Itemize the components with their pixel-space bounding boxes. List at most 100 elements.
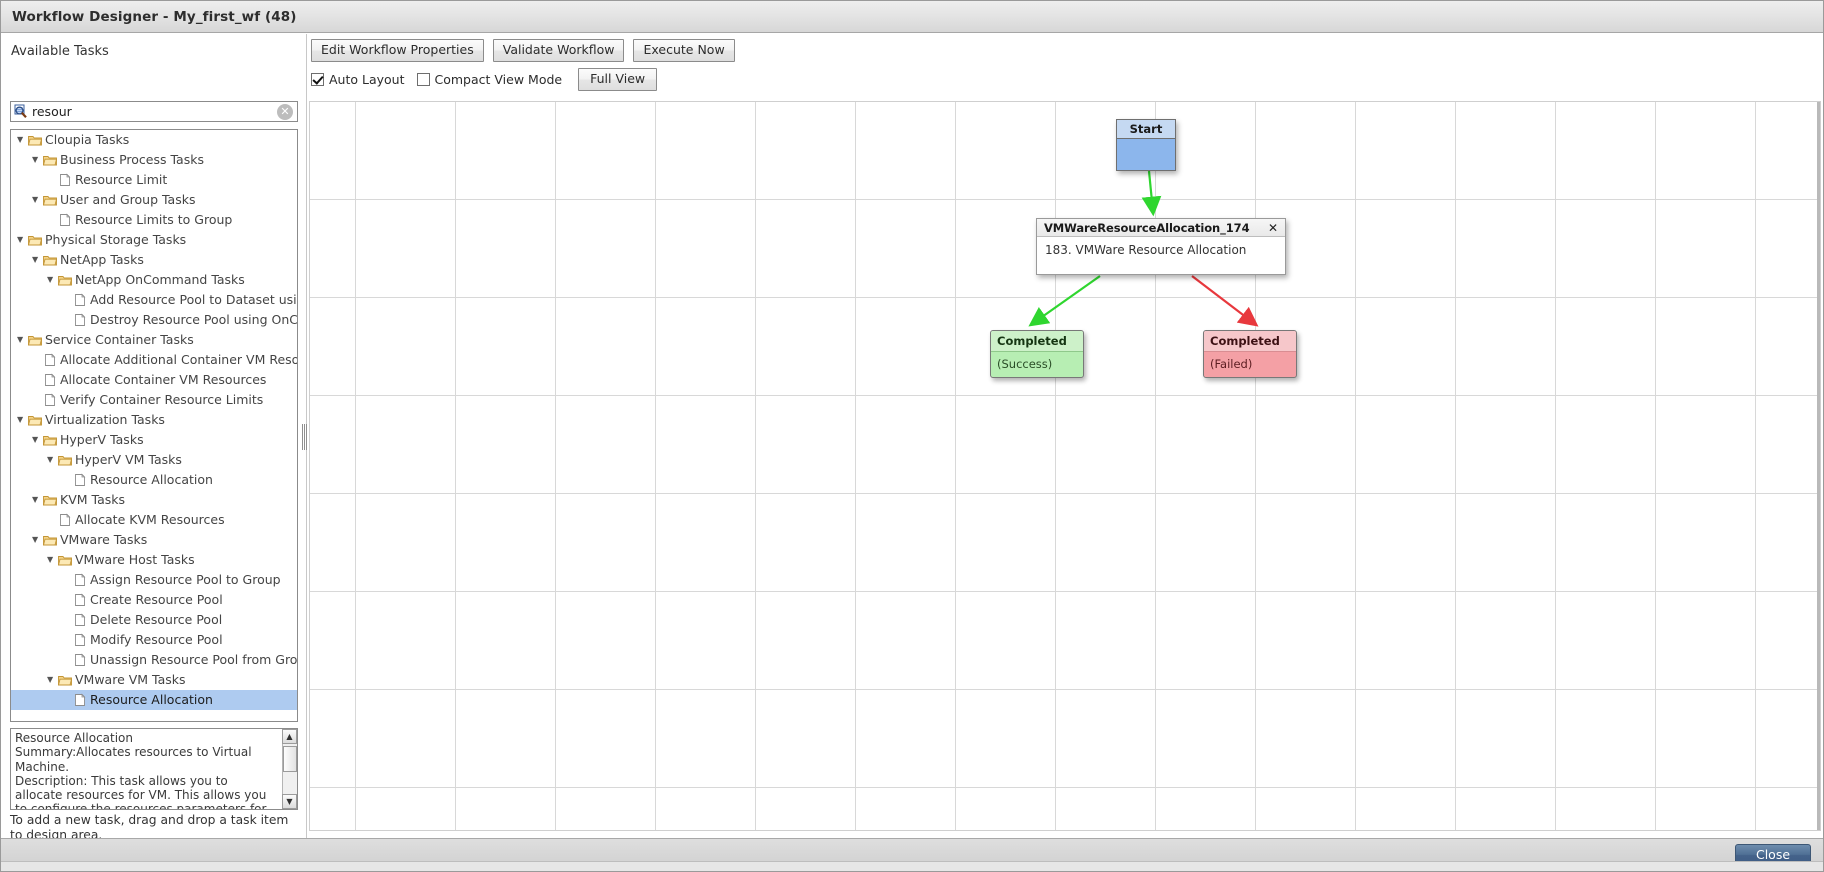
workflow-design-canvas[interactable]: Start VMWareResourceAllocation_174 ✕ 183… <box>309 101 1821 831</box>
expand-triangle-icon[interactable]: ▼ <box>47 270 58 290</box>
canvas-vertical-scrollbar[interactable] <box>1817 102 1820 830</box>
description-scrollbar[interactable]: ▲ ▼ <box>282 729 297 809</box>
expand-triangle-icon[interactable]: ▼ <box>32 190 43 210</box>
node-completed-failed[interactable]: Completed (Failed) <box>1203 330 1297 378</box>
tree-item-resource-limit[interactable]: Resource Limit <box>11 170 297 190</box>
full-view-button[interactable]: Full View <box>578 68 658 91</box>
workflow-designer-window: Workflow Designer - My_first_wf (48) Ava… <box>0 0 1824 872</box>
tree-item-label: Physical Storage Tasks <box>45 232 187 247</box>
tree-item-vmware-host-tasks[interactable]: ▼ VMware Host Tasks <box>11 550 297 570</box>
tree-item-verify-container-resource-limits[interactable]: Verify Container Resource Limits <box>11 390 297 410</box>
node-vmware-resource-allocation[interactable]: VMWareResourceAllocation_174 ✕ 183. VMWa… <box>1036 218 1286 275</box>
document-icon <box>43 393 57 407</box>
folder-icon <box>28 133 42 147</box>
tree-item-netapp-tasks[interactable]: ▼ NetApp Tasks <box>11 250 297 270</box>
scroll-down-icon[interactable]: ▼ <box>282 794 297 809</box>
expand-triangle-icon[interactable]: ▼ <box>32 250 43 270</box>
tree-item-add-resource-pool-to-dataset-using[interactable]: Add Resource Pool to Dataset using <box>11 290 297 310</box>
compact-view-mode-checkbox[interactable]: Compact View Mode <box>416 72 563 87</box>
tree-item-label: Delete Resource Pool <box>90 612 223 627</box>
tree-item-label: HyperV Tasks <box>60 432 144 447</box>
panel-splitter[interactable] <box>301 34 307 839</box>
expand-triangle-icon[interactable]: ▼ <box>17 410 28 430</box>
tree-item-label: VMware Tasks <box>60 532 148 547</box>
tree-item-user-and-group-tasks[interactable]: ▼ User and Group Tasks <box>11 190 297 210</box>
node-completed-success[interactable]: Completed (Success) <box>990 330 1084 378</box>
close-icon[interactable]: ✕ <box>1266 221 1280 235</box>
tree-item-label: Business Process Tasks <box>60 152 204 167</box>
document-icon <box>73 613 87 627</box>
tree-item-destroy-resource-pool-using-onco[interactable]: Destroy Resource Pool using OnCo <box>11 310 297 330</box>
task-description-box: Resource Allocation Summary:Allocates re… <box>10 728 298 810</box>
expand-triangle-icon[interactable]: ▼ <box>47 670 58 690</box>
tree-item-vmware-tasks[interactable]: ▼ VMware Tasks <box>11 530 297 550</box>
task-tree-list[interactable]: ▼ Cloupia Tasks ▼ Business Process Tasks Res… <box>11 130 297 721</box>
tree-item-unassign-resource-pool-from-group[interactable]: Unassign Resource Pool from Group <box>11 650 297 670</box>
tree-item-resource-allocation[interactable]: Resource Allocation <box>11 690 297 710</box>
folder-icon <box>28 413 42 427</box>
tree-item-allocate-container-vm-resources[interactable]: Allocate Container VM Resources <box>11 370 297 390</box>
expand-triangle-icon[interactable]: ▼ <box>17 230 28 250</box>
scroll-up-icon[interactable]: ▲ <box>282 729 297 744</box>
folder-icon <box>58 453 72 467</box>
tree-item-vmware-vm-tasks[interactable]: ▼ VMware VM Tasks <box>11 670 297 690</box>
document-icon <box>43 353 57 367</box>
expand-triangle-icon[interactable]: ▼ <box>32 430 43 450</box>
scrollbar-thumb[interactable] <box>283 746 297 772</box>
node-failed-subtitle: (Failed) <box>1210 357 1253 371</box>
compact-view-mode-label: Compact View Mode <box>434 72 563 87</box>
clear-icon[interactable]: ✕ <box>277 103 293 120</box>
tree-item-label: Modify Resource Pool <box>90 632 223 647</box>
expand-triangle-icon[interactable]: ▼ <box>32 150 43 170</box>
tree-item-allocate-kvm-resources[interactable]: Allocate KVM Resources <box>11 510 297 530</box>
folder-icon <box>58 553 72 567</box>
auto-layout-checkbox[interactable]: Auto Layout <box>311 72 405 87</box>
splitter-grip-icon[interactable] <box>302 424 307 450</box>
tree-item-allocate-additional-container-vm-resourc[interactable]: Allocate Additional Container VM Resourc <box>11 350 297 370</box>
tree-item-kvm-tasks[interactable]: ▼ KVM Tasks <box>11 490 297 510</box>
tree-item-resource-limits-to-group[interactable]: Resource Limits to Group <box>11 210 297 230</box>
expand-triangle-icon[interactable]: ▼ <box>47 450 58 470</box>
tree-item-delete-resource-pool[interactable]: Delete Resource Pool <box>11 610 297 630</box>
tree-item-hyperv-tasks[interactable]: ▼ HyperV Tasks <box>11 430 297 450</box>
tree-item-physical-storage-tasks[interactable]: ▼ Physical Storage Tasks <box>11 230 297 250</box>
expand-triangle-icon[interactable]: ▼ <box>32 530 43 550</box>
expand-triangle-icon[interactable]: ▼ <box>17 130 28 150</box>
expand-triangle-icon[interactable]: ▼ <box>47 550 58 570</box>
document-icon <box>58 513 72 527</box>
tree-item-netapp-oncommand-tasks[interactable]: ▼ NetApp OnCommand Tasks <box>11 270 297 290</box>
folder-icon <box>43 493 57 507</box>
tree-item-label: Assign Resource Pool to Group <box>90 572 281 587</box>
folder-icon <box>43 193 57 207</box>
tree-item-assign-resource-pool-to-group[interactable]: Assign Resource Pool to Group <box>11 570 297 590</box>
execute-now-button[interactable]: Execute Now <box>633 39 735 62</box>
document-icon <box>73 593 87 607</box>
task-tree[interactable]: ▼ Cloupia Tasks ▼ Business Process Tasks Res… <box>10 129 298 722</box>
validate-workflow-button[interactable]: Validate Workflow <box>492 39 625 62</box>
tree-item-cloupia-tasks[interactable]: ▼ Cloupia Tasks <box>11 130 297 150</box>
tree-item-create-resource-pool[interactable]: Create Resource Pool <box>11 590 297 610</box>
tree-item-label: VMware VM Tasks <box>75 672 186 687</box>
tree-item-label: Allocate KVM Resources <box>75 512 225 527</box>
folder-icon <box>43 153 57 167</box>
tree-item-label: Allocate Additional Container VM Resourc <box>60 352 297 367</box>
tree-item-hyperv-vm-tasks[interactable]: ▼ HyperV VM Tasks <box>11 450 297 470</box>
search-input[interactable] <box>28 103 277 120</box>
tree-item-business-process-tasks[interactable]: ▼ Business Process Tasks <box>11 150 297 170</box>
node-task-header: VMWareResourceAllocation_174 ✕ <box>1037 219 1285 237</box>
checkbox-checked-icon[interactable] <box>311 73 324 86</box>
tree-item-service-container-tasks[interactable]: ▼ Service Container Tasks <box>11 330 297 350</box>
tree-item-label: Allocate Container VM Resources <box>60 372 267 387</box>
search-icon <box>13 104 28 119</box>
edit-workflow-properties-button[interactable]: Edit Workflow Properties <box>311 39 484 62</box>
folder-icon <box>43 253 57 267</box>
task-search-box[interactable]: ✕ <box>10 101 298 122</box>
expand-triangle-icon[interactable]: ▼ <box>17 330 28 350</box>
tree-item-resource-allocation[interactable]: Resource Allocation <box>11 470 297 490</box>
node-start[interactable]: Start <box>1116 119 1176 171</box>
tree-item-modify-resource-pool[interactable]: Modify Resource Pool <box>11 630 297 650</box>
expand-triangle-icon[interactable]: ▼ <box>32 490 43 510</box>
tree-item-label: HyperV VM Tasks <box>75 452 182 467</box>
checkbox-unchecked-icon[interactable] <box>416 73 430 86</box>
tree-item-virtualization-tasks[interactable]: ▼ Virtualization Tasks <box>11 410 297 430</box>
